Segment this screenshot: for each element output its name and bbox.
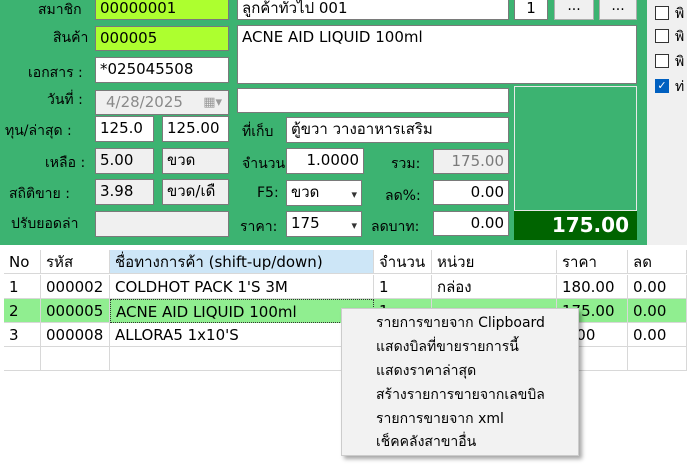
- sum-label: รวม:: [391, 156, 421, 172]
- column-header-discount[interactable]: ลด: [628, 250, 687, 274]
- table-row-cell[interactable]: 2: [4, 299, 41, 323]
- unit-combo-value: ขวด: [291, 183, 320, 201]
- chevron-down-icon[interactable]: ▾: [351, 185, 357, 204]
- quantity-field[interactable]: 1.0000: [286, 148, 364, 174]
- options-panel: พิ พิ พิ ✓ ท่: [647, 0, 687, 245]
- column-header-unit[interactable]: หน่วย: [432, 250, 557, 274]
- member-name-field[interactable]: ลูกค้าทั่วไป 001: [237, 0, 509, 20]
- menu-item-sale-from-clipboard[interactable]: รายการขายจาก Clipboard: [376, 314, 545, 332]
- table-row-cell[interactable]: 1: [4, 275, 41, 299]
- discount-baht-field[interactable]: 0.00: [433, 211, 509, 236]
- option-checkbox-3[interactable]: [655, 54, 669, 68]
- sales-stat-label: สถิติขาย :: [9, 186, 70, 202]
- remain-label: เหลือ :: [45, 155, 86, 171]
- table-row-cell[interactable]: 0.00: [628, 299, 687, 323]
- chevron-down-icon[interactable]: ▾: [351, 216, 357, 235]
- sales-stat-unit-field: ขวด/เดื: [162, 179, 229, 205]
- table-row-cell[interactable]: ALLORA5 1x10'S: [110, 323, 374, 347]
- table-row-cell[interactable]: [4, 347, 41, 371]
- product-label: สินค้า: [53, 30, 89, 46]
- table-row-cell[interactable]: 1: [374, 275, 432, 299]
- member-more-button[interactable]: ...: [599, 0, 637, 20]
- adjust-label: ปรับยอดล่า: [11, 216, 79, 232]
- table-row-cell[interactable]: กล่อง: [432, 275, 557, 299]
- location-label: ที่เก็บ: [242, 124, 274, 140]
- location-field[interactable]: ตู้ขวา วางอาหารเสริม: [286, 117, 509, 143]
- discount-percent-field[interactable]: 0.00: [433, 180, 509, 205]
- menu-item-show-bills-for-item[interactable]: แสดงบิลที่ขายรายการนี้: [376, 338, 519, 356]
- date-field[interactable]: 4/28/2025 ▦▾: [95, 90, 229, 115]
- sum-field: 175.00: [433, 149, 509, 174]
- option-label-4: ท่: [675, 79, 685, 95]
- product-code-field[interactable]: 000005: [95, 26, 229, 51]
- product-image-box: [514, 86, 637, 211]
- document-label: เอกสาร :: [28, 65, 83, 81]
- table-row-cell[interactable]: [110, 347, 374, 371]
- member-browse-button[interactable]: ...: [554, 0, 594, 20]
- option-label-3: พิ: [675, 54, 685, 70]
- menu-item-show-latest-price[interactable]: แสดงราคาล่าสุด: [376, 362, 476, 380]
- option-checkbox-2[interactable]: [655, 29, 669, 43]
- member-code-field[interactable]: 00000001: [95, 0, 229, 20]
- calendar-icon[interactable]: ▦▾: [203, 93, 222, 112]
- option-checkbox-4[interactable]: ✓: [655, 79, 669, 93]
- table-row-cell[interactable]: [41, 347, 110, 371]
- remain-unit-field: ขวด: [162, 148, 229, 174]
- option-label-1: พิ: [675, 6, 685, 22]
- table-row-cell[interactable]: 180.00: [557, 275, 628, 299]
- table-row-cell[interactable]: 000008: [41, 323, 110, 347]
- column-header-code[interactable]: รหัส: [41, 250, 110, 274]
- product-description-box[interactable]: ACNE AID LIQUID 100ml: [237, 25, 637, 84]
- note-field[interactable]: [237, 88, 509, 113]
- sales-stat-field: 3.98: [95, 179, 154, 205]
- total-amount: 175.00: [514, 211, 637, 240]
- discount-percent-label: ลด%:: [385, 188, 421, 204]
- table-row-cell[interactable]: COLDHOT PACK 1'S 3M: [110, 275, 374, 299]
- price-label: ราคา:: [240, 219, 278, 235]
- table-row-cell[interactable]: 0.00: [628, 275, 687, 299]
- cost-last-field[interactable]: 125.00: [162, 116, 229, 142]
- cost-label: ทุน/ล่าสุด :: [5, 123, 72, 139]
- table-row-cell[interactable]: ACNE AID LIQUID 100ml: [110, 299, 374, 323]
- menu-item-check-other-branch-stock[interactable]: เช็คคลังสาขาอื่น: [376, 433, 476, 451]
- unit-combo[interactable]: ขวด ▾: [286, 180, 362, 206]
- remain-field: 5.00: [95, 148, 154, 174]
- date-value: 4/28/2025: [106, 93, 183, 111]
- table-row-cell[interactable]: [628, 347, 687, 371]
- sale-entry-form: สมาชิก 00000001 ลูกค้าทั่วไป 001 1 ... .…: [0, 0, 687, 245]
- table-row-cell[interactable]: 0.00: [628, 323, 687, 347]
- column-header-price[interactable]: ราคา: [557, 250, 628, 274]
- quantity-label: จำนวน: [242, 156, 286, 172]
- document-field[interactable]: *025045508: [95, 57, 229, 83]
- f5-label: F5:: [257, 185, 279, 201]
- column-header-no[interactable]: No: [4, 250, 41, 274]
- option-label-2: พิ: [675, 29, 685, 45]
- price-combo[interactable]: 175 ▾: [286, 211, 362, 237]
- member-label: สมาชิก: [38, 2, 82, 18]
- discount-baht-label: ลดบาท:: [371, 219, 420, 235]
- adjust-field[interactable]: [95, 211, 229, 237]
- cost-field[interactable]: 125.0: [95, 116, 154, 142]
- table-row-cell[interactable]: 000002: [41, 275, 110, 299]
- column-header-name[interactable]: ชื่อทางการค้า (shift-up/down): [110, 250, 374, 274]
- column-header-qty[interactable]: จำนวน: [374, 250, 432, 274]
- check-icon: ✓: [657, 79, 667, 92]
- context-menu: รายการขายจาก Clipboard แสดงบิลที่ขายรายก…: [341, 308, 579, 456]
- price-combo-value: 175: [291, 214, 320, 232]
- table-row-cell[interactable]: 3: [4, 323, 41, 347]
- table-row-cell[interactable]: 000005: [41, 299, 110, 323]
- menu-item-sale-from-xml[interactable]: รายการขายจาก xml: [376, 410, 504, 428]
- member-qty-field[interactable]: 1: [514, 0, 548, 20]
- menu-item-create-from-bill-number[interactable]: สร้างรายการขายจากเลขบิล: [376, 386, 545, 404]
- option-checkbox-1[interactable]: [655, 6, 669, 20]
- date-label: วันที่ :: [47, 92, 83, 108]
